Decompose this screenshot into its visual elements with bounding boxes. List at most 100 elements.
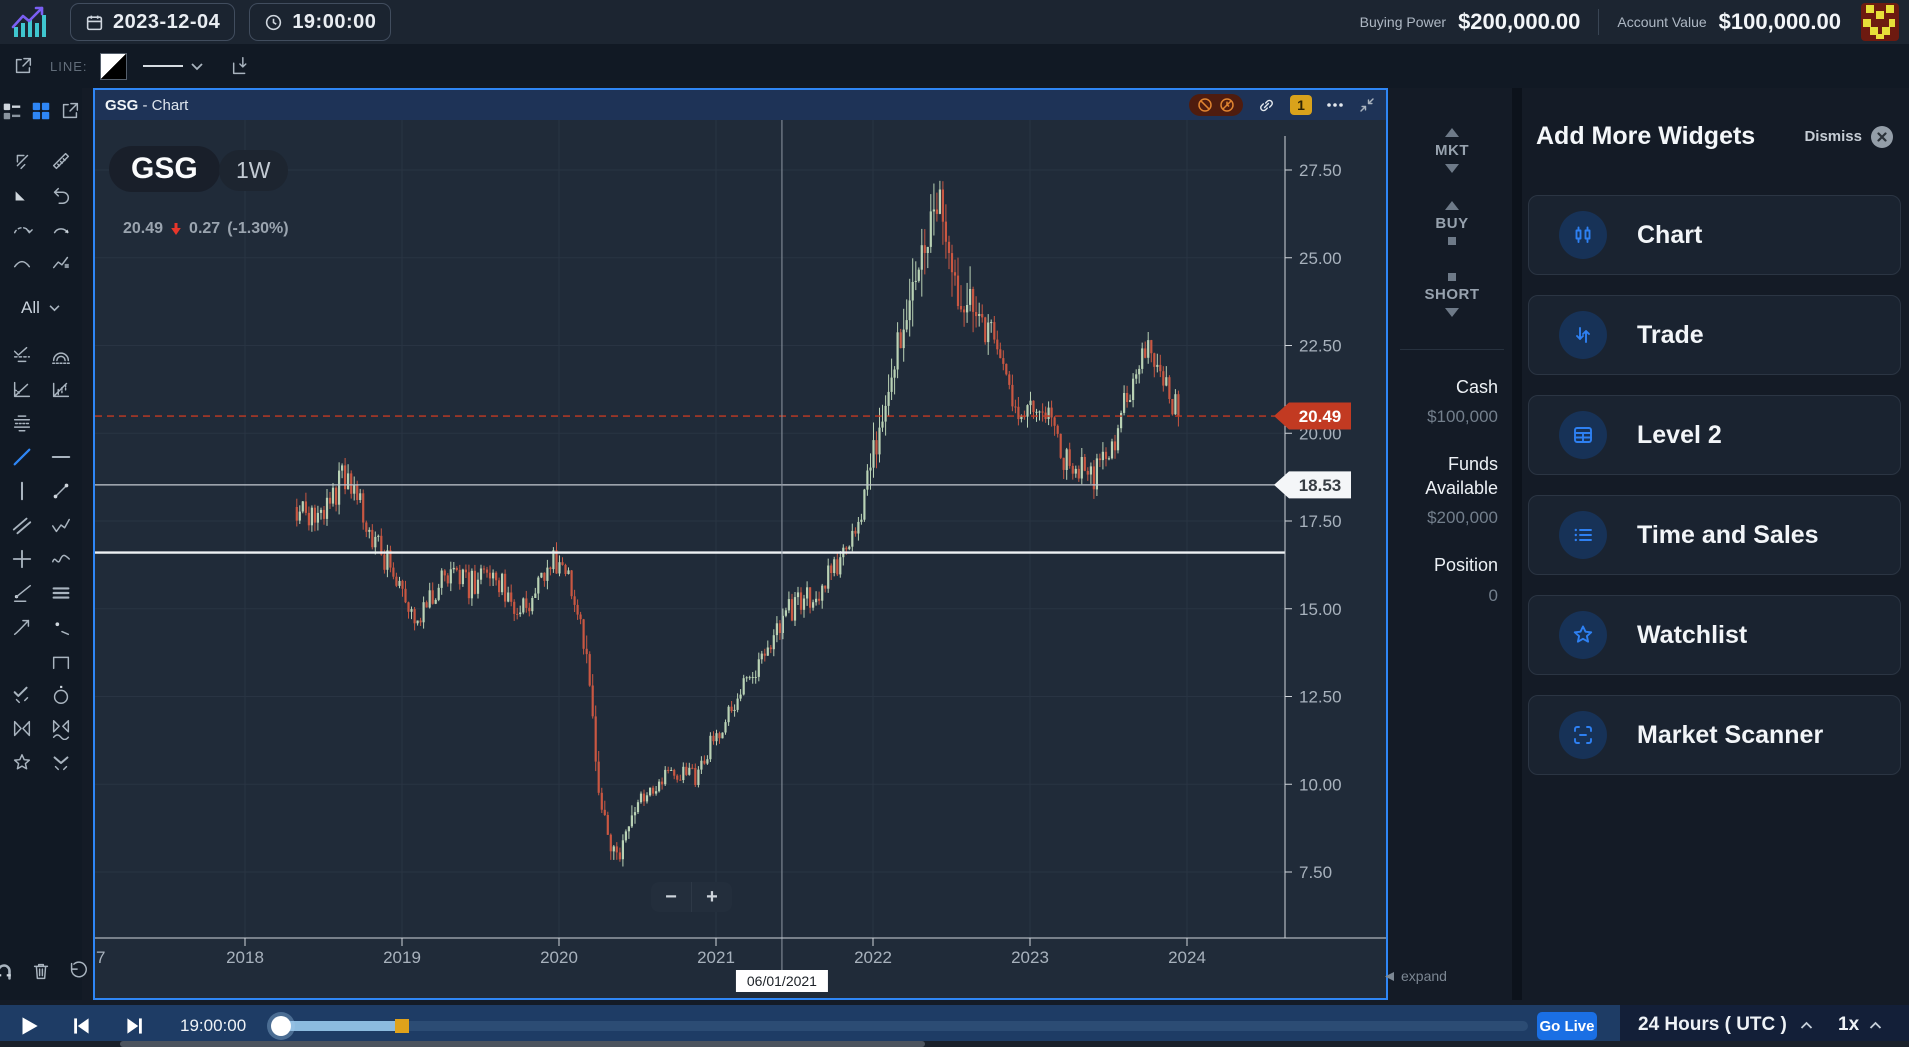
check-tool[interactable] (6, 680, 37, 710)
arc-tool[interactable] (45, 214, 76, 244)
ellipse-tool[interactable] (45, 680, 76, 710)
eraser-tool[interactable] (6, 180, 37, 210)
slider-marker[interactable] (395, 1019, 409, 1033)
arrow-up-icon (1445, 128, 1459, 137)
magnet-tool[interactable] (0, 956, 20, 986)
popout-icon[interactable] (12, 55, 34, 77)
avatar[interactable] (1861, 3, 1899, 41)
curve-tool[interactable] (6, 248, 37, 278)
svg-text:2022: 2022 (854, 948, 892, 967)
skip-forward-button[interactable] (122, 1013, 148, 1039)
rectangle-tool[interactable] (45, 646, 76, 676)
list-icon (1559, 511, 1607, 559)
horizontal-scrollbar[interactable] (0, 1041, 1909, 1047)
chart-widget-titlebar[interactable]: GSG - Chart 1 (95, 90, 1386, 120)
link-icon[interactable] (1257, 96, 1276, 115)
collapse-chevrons-tool[interactable] (45, 748, 76, 778)
mkt-button[interactable]: MKT (1435, 128, 1469, 173)
line-style-dropdown[interactable] (143, 62, 204, 71)
layout-list-icon[interactable] (1, 100, 23, 122)
export-icon[interactable] (230, 55, 252, 77)
date-picker-button[interactable]: 2023-12-04 (70, 3, 235, 41)
segment-tool[interactable] (45, 476, 76, 506)
star-tool[interactable] (6, 748, 37, 778)
trend-line-tool[interactable] (6, 442, 37, 472)
marker-tool[interactable] (45, 612, 76, 642)
arrow-up-icon (1445, 201, 1459, 210)
time-picker-button[interactable]: 19:00:00 (249, 3, 391, 41)
zoom-out-button[interactable]: − (651, 882, 692, 912)
zoom-in-button[interactable]: + (692, 882, 732, 912)
line-color-swatch[interactable] (100, 53, 127, 80)
collapse-icon[interactable] (1358, 96, 1376, 114)
levels-tool[interactable] (6, 408, 37, 438)
history-tool[interactable] (63, 956, 94, 986)
widget-card-level-2[interactable]: Level 2 (1528, 395, 1901, 475)
fib-channel-tool[interactable] (45, 374, 76, 404)
cursor-tool[interactable] (6, 146, 37, 176)
arrow-tool[interactable] (6, 612, 37, 642)
trading-app: 2023-12-04 19:00:00 Buying Power $200,00… (0, 0, 1909, 1047)
short-button[interactable]: SHORT (1425, 273, 1480, 317)
link-group-badge[interactable]: 1 (1290, 95, 1312, 115)
svg-text:10.00: 10.00 (1299, 775, 1342, 794)
svg-text:7.50: 7.50 (1299, 863, 1332, 882)
panel-title: Add More Widgets (1536, 122, 1755, 151)
measure-tool[interactable] (45, 146, 76, 176)
zigzag-tool[interactable] (45, 510, 76, 540)
pattern-tool[interactable] (6, 340, 37, 370)
multi-line-tool[interactable] (45, 578, 76, 608)
tool-filter-dropdown[interactable]: All (21, 298, 61, 318)
price-chart[interactable]: 27.5025.0022.5020.0017.5015.0012.5010.00… (95, 120, 1386, 998)
arrow-left-icon (1384, 971, 1395, 982)
widget-card-trade[interactable]: Trade (1528, 295, 1901, 375)
drawing-toolbar: LINE: (0, 44, 1909, 88)
layout-grid-icon[interactable] (30, 100, 52, 122)
date-value: 2023-12-04 (113, 11, 220, 34)
triangle-wave-tool[interactable] (45, 714, 76, 744)
session-dropdown[interactable]: 24 Hours ( UTC ) (1638, 1014, 1814, 1036)
candle-series (296, 181, 1180, 867)
dismiss-button[interactable]: Dismiss (1804, 126, 1893, 148)
go-live-button[interactable]: Go Live (1537, 1012, 1597, 1040)
horizontal-line-tool[interactable] (45, 442, 76, 472)
brush-tool[interactable] (45, 544, 76, 574)
slider-knob[interactable] (271, 1016, 291, 1036)
widget-card-time-and-sales[interactable]: Time and Sales (1528, 495, 1901, 575)
arc-sketch-tool[interactable] (6, 214, 37, 244)
speed-dropdown[interactable]: 1x (1838, 1014, 1883, 1036)
buy-button[interactable]: BUY (1435, 201, 1468, 245)
svg-text:18.53: 18.53 (1299, 476, 1342, 495)
parallel-lines-tool[interactable] (6, 510, 37, 540)
svg-text:27.50: 27.50 (1299, 161, 1342, 180)
symbol-pill[interactable]: GSG (109, 146, 220, 192)
ray-tool[interactable] (6, 578, 37, 608)
chart-widget-title: GSG - Chart (105, 97, 188, 114)
triangle-pair-tool[interactable] (6, 714, 37, 744)
scrollbar-thumb[interactable] (120, 1041, 925, 1047)
trend-angle-tool[interactable] (6, 374, 37, 404)
svg-text:15.00: 15.00 (1299, 600, 1342, 619)
widget-card-watchlist[interactable]: Watchlist (1528, 595, 1901, 675)
widget-card-market-scanner[interactable]: Market Scanner (1528, 695, 1901, 775)
trash-tool[interactable] (26, 956, 57, 986)
timeframe-pill[interactable]: 1W (219, 150, 288, 191)
polyline-tool[interactable] (45, 248, 76, 278)
expand-button[interactable]: expand (1384, 968, 1447, 984)
skip-back-button[interactable] (68, 1013, 94, 1039)
popout-icon[interactable] (59, 100, 81, 122)
session-alert-pill[interactable] (1189, 94, 1243, 116)
slider-filled-track (281, 1021, 395, 1031)
svg-text:7: 7 (96, 948, 105, 967)
play-button[interactable] (16, 1013, 42, 1039)
undo-tool[interactable] (45, 180, 76, 210)
playback-slider[interactable] (270, 1016, 1532, 1036)
no-clock-icon (1219, 97, 1235, 113)
cross-line-tool[interactable] (6, 544, 37, 574)
vertical-line-tool[interactable] (6, 476, 37, 506)
widget-card-chart[interactable]: Chart (1528, 195, 1901, 275)
fib-arcs-tool[interactable] (45, 340, 76, 370)
more-options-button[interactable] (1326, 102, 1344, 108)
svg-text:2019: 2019 (383, 948, 421, 967)
svg-text:25.00: 25.00 (1299, 249, 1342, 268)
